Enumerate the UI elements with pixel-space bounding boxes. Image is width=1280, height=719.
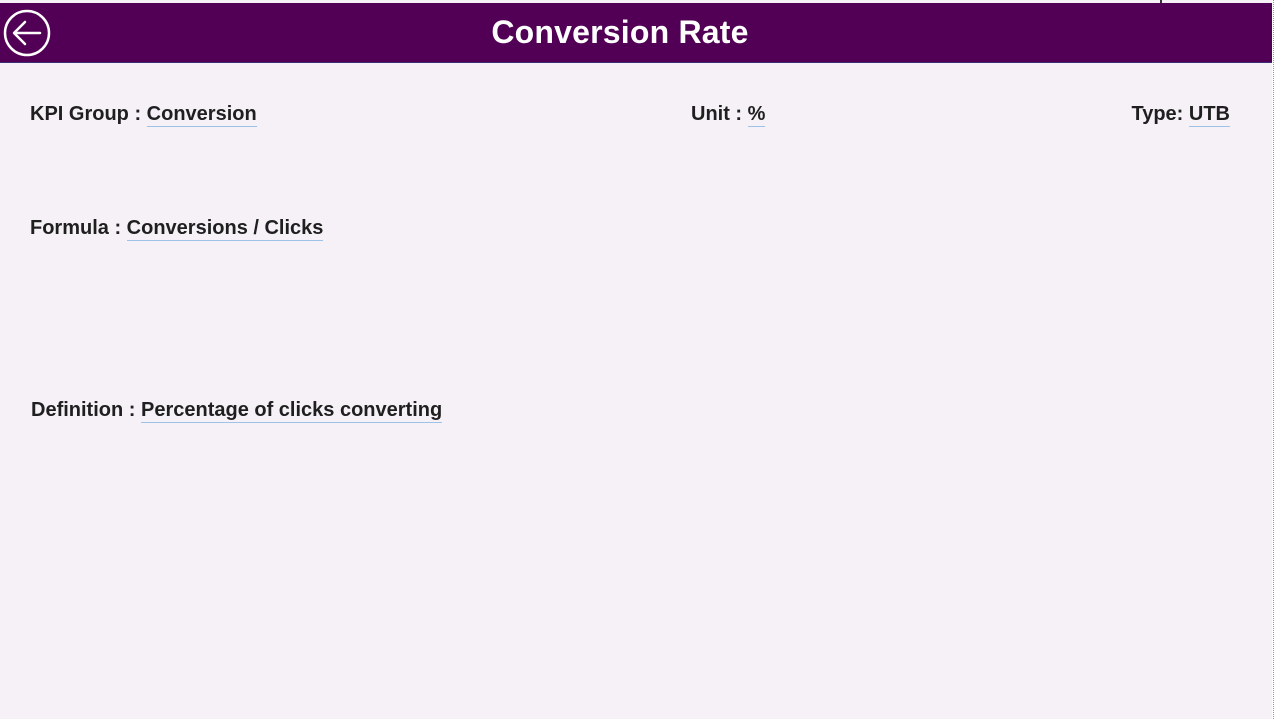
page-boundary-divider — [1273, 0, 1274, 719]
header-bar: Conversion Rate — [0, 3, 1272, 63]
page-title: Conversion Rate — [491, 14, 749, 50]
definition-label: Definition : — [31, 399, 141, 421]
unit-field: Unit : % — [691, 103, 766, 127]
type-label: Type: — [1131, 103, 1189, 125]
definition-field: Definition : Percentage of clicks conver… — [31, 399, 443, 423]
unit-label: Unit : — [691, 103, 748, 125]
definition-value: Percentage of clicks converting — [140, 399, 443, 423]
type-value: UTB — [1188, 103, 1230, 127]
kpi-group-field: KPI Group : Conversion — [30, 103, 257, 127]
kpi-definition-page: Conversion Rate KPI Group : Conversion U… — [0, 0, 1272, 719]
formula-field: Formula : Conversions / Clicks — [30, 217, 324, 241]
type-field: Type: UTB — [1131, 103, 1230, 127]
kpi-group-label: KPI Group : — [30, 103, 147, 125]
unit-value: % — [747, 103, 766, 127]
formula-label: Formula : — [30, 217, 127, 239]
kpi-group-value: Conversion — [146, 103, 257, 127]
formula-value: Conversions / Clicks — [126, 217, 324, 241]
